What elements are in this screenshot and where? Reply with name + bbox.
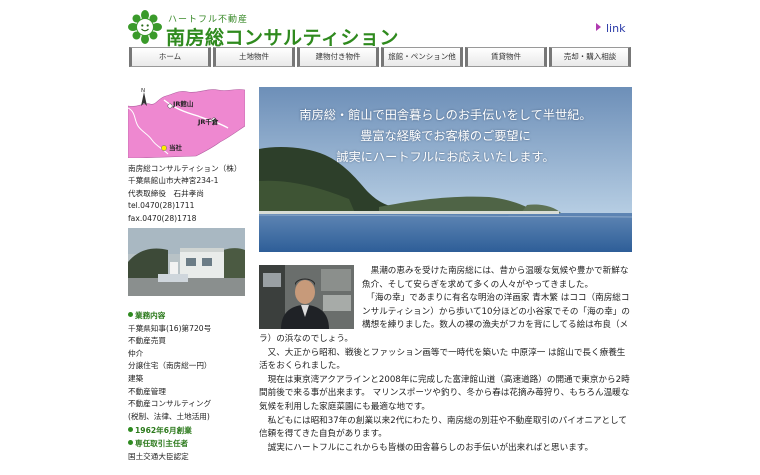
nav-item-land[interactable]: 土地物件 bbox=[213, 47, 295, 67]
business-item: 不動産コンサルティング bbox=[128, 399, 212, 409]
map-label-tateyama: JR館山 bbox=[172, 99, 193, 108]
company-fax: fax.0470(28)1718 bbox=[128, 213, 197, 223]
link-label: link bbox=[606, 22, 626, 35]
manager-heading: 専任取引主任者 bbox=[128, 438, 250, 451]
bullet-dot-icon bbox=[128, 439, 133, 445]
triangle-right-icon bbox=[596, 23, 601, 31]
bullet-dot-icon bbox=[128, 312, 133, 317]
nav-item-consult[interactable]: 売却・購入相談 bbox=[549, 47, 631, 67]
manager-line: 国土交通大臣認定 bbox=[128, 451, 189, 461]
hero-line-1: 南房総・館山で田舎暮らしのお手伝いをして半世紀。 bbox=[299, 108, 592, 122]
map-label-office: 当社 bbox=[169, 143, 183, 152]
company-representative: 代表取締役 石井孝尚 bbox=[128, 188, 204, 198]
site-logo[interactable]: ハートフル不動産 南房総コンサルティション bbox=[128, 10, 398, 49]
flower-logo-icon bbox=[128, 10, 162, 44]
intro-paragraph-5: 私どもには昭和37年の創業以来2代にわたり、南房総の別荘や不動産取引のパイオニア… bbox=[259, 415, 627, 440]
office-photo bbox=[128, 228, 245, 296]
company-tel: tel.0470(28)1711 bbox=[128, 201, 195, 211]
business-item: (税制、法律、土地活用) bbox=[128, 411, 210, 421]
map-label-chikura: JR千倉 bbox=[197, 117, 219, 126]
intro-paragraph-3: 又、大正から昭和、戦後とファッション画等で一時代を築いた 中原淳一 は館山で長く… bbox=[259, 347, 626, 372]
location-map: JR館山 JR千倉 当社 N bbox=[128, 86, 245, 158]
business-item: 建築 bbox=[128, 373, 144, 383]
founded-heading: 1962年6月創業 bbox=[128, 425, 250, 438]
company-name: 南房総コンサルティション（株） bbox=[128, 164, 242, 173]
hero-line-2: 豊富な経験でお客様のご要望に bbox=[360, 129, 531, 143]
hero-line-3: 誠実にハートフルにお応えいたします。 bbox=[336, 150, 555, 164]
intro-paragraph-4: 現在は東京湾アクアラインと2008年に完成した富津館山道（高速道路）の開通で東京… bbox=[259, 374, 630, 412]
nav-item-inns[interactable]: 旅館・ペンション他 bbox=[381, 47, 463, 67]
nav-item-home[interactable]: ホーム bbox=[129, 47, 211, 67]
business-heading: 業務内容 bbox=[128, 310, 250, 323]
company-address: 千葉県館山市大神宮234-1 bbox=[128, 176, 219, 186]
business-item: 仲介 bbox=[128, 348, 144, 358]
bullet-dot-icon bbox=[128, 427, 133, 433]
intro-text: 黒潮の恵みを受けた南房総には、昔から温暖な気候や豊かで新鮮な魚介、そして安らぎを… bbox=[259, 265, 633, 455]
business-info: 業務内容 千葉県知事(16)第720号 不動産売買 仲介 分譲住宅（南房総一円）… bbox=[128, 310, 250, 463]
map-north-label: N bbox=[141, 88, 145, 94]
business-item: 不動産売買 bbox=[128, 336, 166, 346]
license-number: 千葉県知事(16)第720号 bbox=[128, 323, 212, 333]
link-nav[interactable]: link bbox=[596, 22, 625, 35]
intro-paragraph-6: 誠実にハートフルにこれからも皆様の田舎暮らしのお手伝いが出来ればと思います。 bbox=[259, 442, 594, 453]
business-item: 不動産管理 bbox=[128, 386, 166, 396]
main-nav: ホーム 土地物件 建物付き物件 旅館・ペンション他 賃貸物件 売却・購入相談 bbox=[128, 47, 632, 69]
company-info: 南房総コンサルティション（株） 千葉県館山市大神宮234-1 代表取締役 石井孝… bbox=[128, 163, 248, 225]
hero-banner: 南房総・館山で田舎暮らしのお手伝いをして半世紀。 豊富な経験でお客様のご要望に … bbox=[259, 87, 632, 252]
business-item: 分譲住宅（南房総一円） bbox=[128, 361, 212, 371]
nav-item-rental[interactable]: 賃貸物件 bbox=[465, 47, 547, 67]
logo-title: 南房総コンサルティション bbox=[166, 27, 399, 49]
nav-item-buildings[interactable]: 建物付き物件 bbox=[297, 47, 379, 67]
